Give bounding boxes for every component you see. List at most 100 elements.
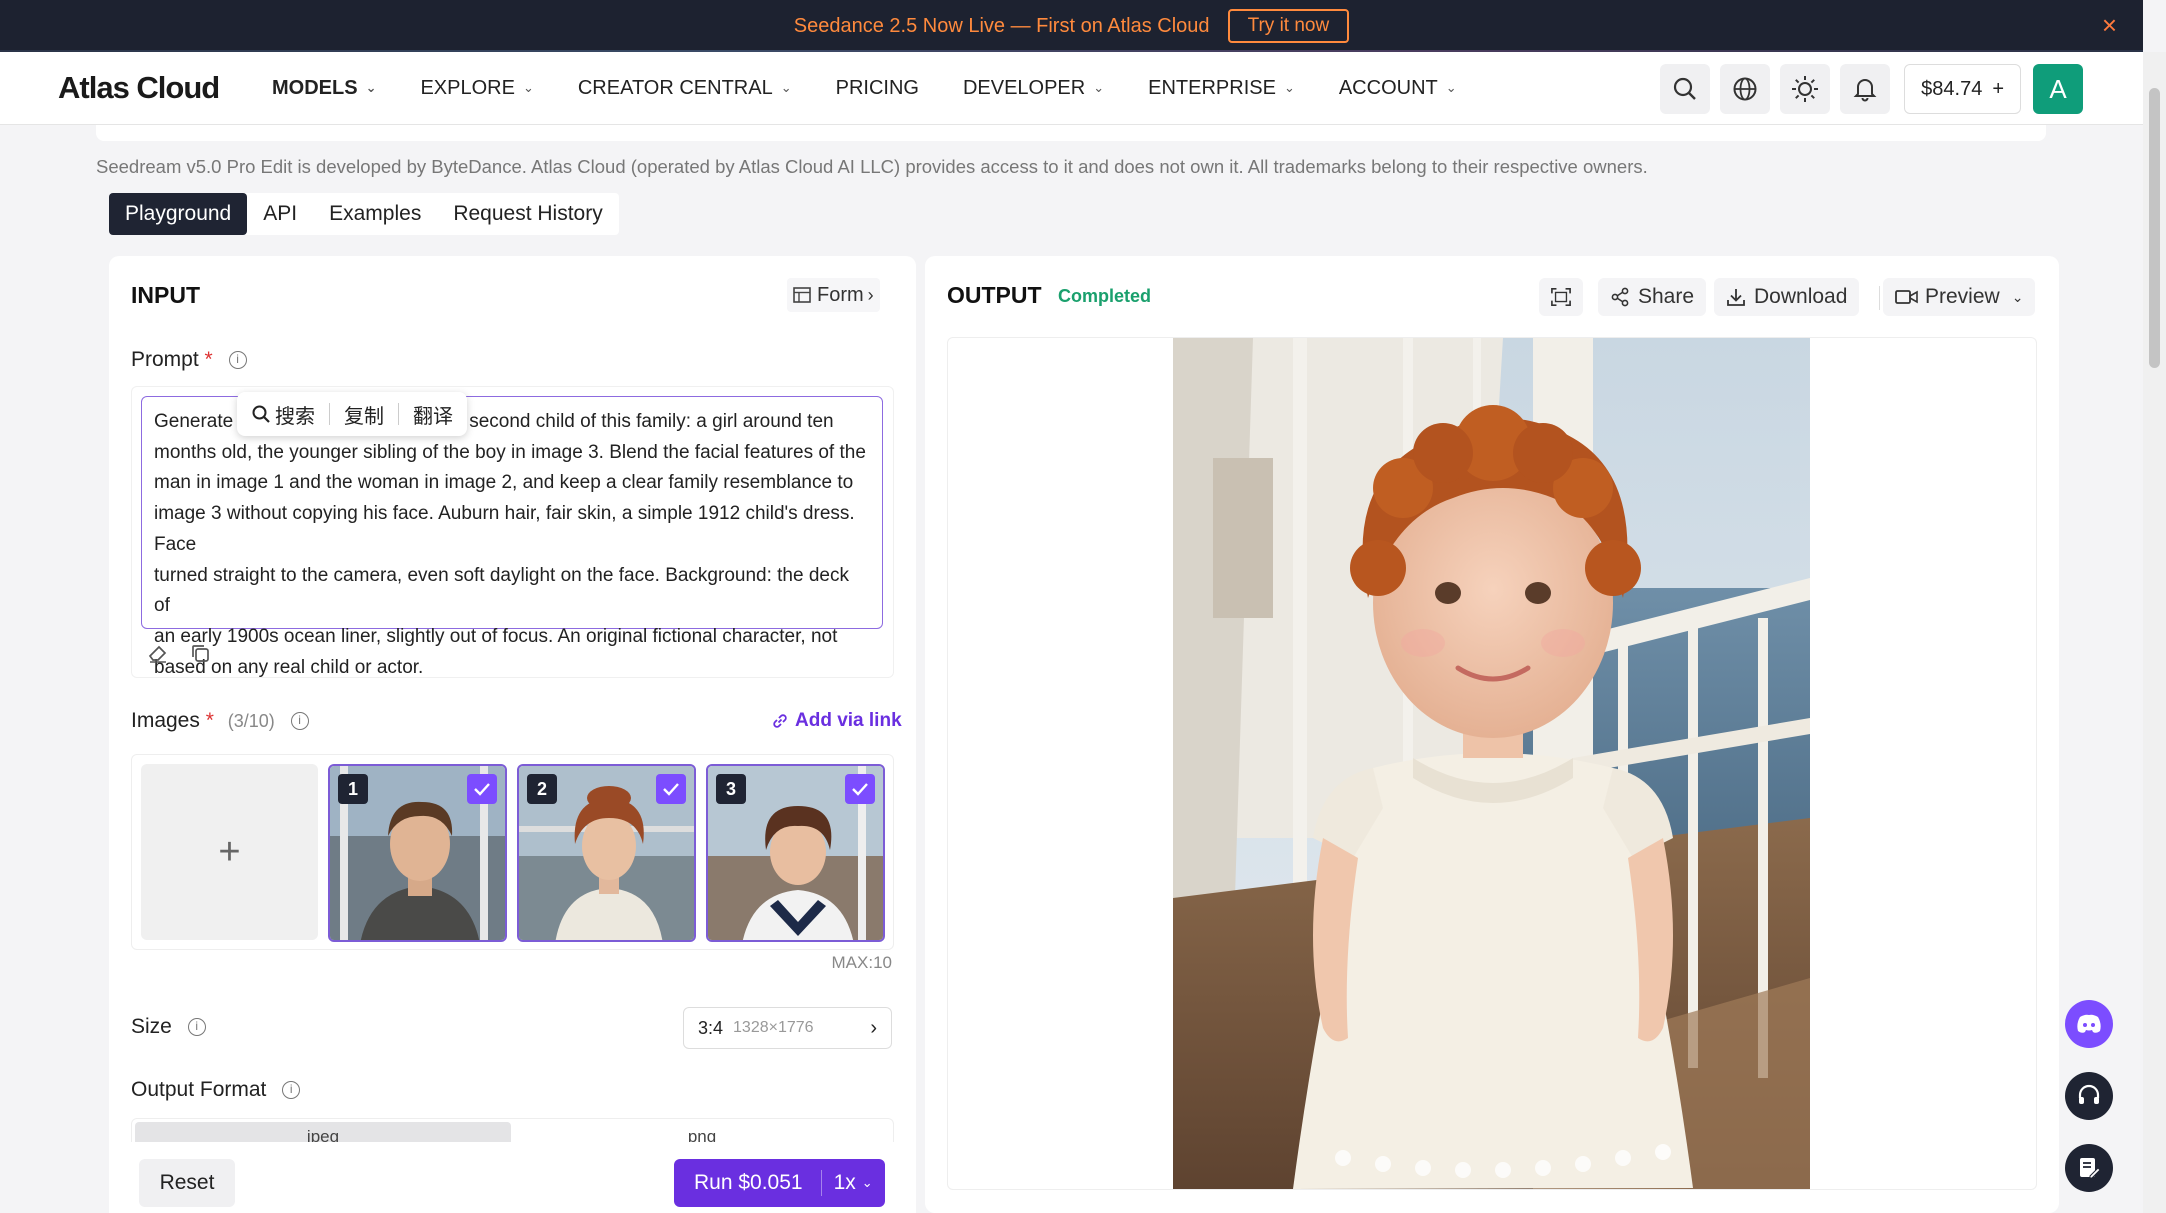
scrollbar-thumb[interactable]: [2149, 88, 2160, 368]
input-image-3[interactable]: 3: [706, 764, 885, 942]
nav-label: DEVELOPER: [962, 76, 1086, 99]
tab-request-history[interactable]: Request History: [437, 193, 618, 235]
info-icon[interactable]: i: [187, 1018, 206, 1037]
toolbar-divider: [1879, 286, 1880, 310]
main-menu: MODELS ⌄ EXPLORE ⌄ CREATOR CENTRAL ⌄ PRICIN…: [272, 77, 1501, 100]
image-thumbnails: + 1 2 3: [131, 754, 894, 950]
size-label-row: Size i: [131, 1015, 206, 1039]
check-icon[interactable]: [845, 774, 875, 804]
chevron-down-icon: ⌄: [1093, 80, 1105, 95]
input-image-2[interactable]: 2: [517, 764, 696, 942]
tab-playground[interactable]: Playground: [109, 193, 248, 235]
form-label: Form: [817, 283, 864, 306]
prompt-tools: [147, 642, 211, 664]
globe-icon: [1733, 77, 1757, 101]
info-icon[interactable]: i: [290, 712, 309, 731]
avatar[interactable]: A: [2033, 64, 2083, 114]
info-icon[interactable]: i: [228, 351, 247, 370]
theme-toggle-button[interactable]: [1780, 64, 1831, 114]
add-funds-icon: +: [1992, 77, 2004, 100]
image-index-badge: 3: [716, 774, 746, 804]
nav-label: PRICING: [835, 76, 919, 99]
images-count: (3/10): [227, 711, 275, 731]
nav-label: EXPLORE: [420, 76, 515, 99]
output-title: OUTPUT: [947, 282, 1042, 308]
context-search[interactable]: 搜索: [275, 400, 315, 429]
reset-button[interactable]: Reset: [139, 1159, 235, 1207]
tab-examples[interactable]: Examples: [313, 193, 437, 235]
copy-icon[interactable]: [189, 642, 211, 664]
prompt-label: Prompt: [131, 348, 199, 371]
input-panel: INPUT Form › Prompt * i Generate second c…: [109, 256, 916, 1213]
output-image[interactable]: [1173, 338, 1810, 1189]
input-image-1[interactable]: 1: [328, 764, 507, 942]
info-icon[interactable]: i: [282, 1081, 301, 1100]
download-label: Download: [1754, 285, 1848, 308]
check-icon[interactable]: [467, 774, 497, 804]
nav-item-creator-central[interactable]: CREATOR CENTRAL ⌄: [578, 77, 792, 100]
nav-item-developer[interactable]: DEVELOPER ⌄: [963, 77, 1104, 100]
close-icon[interactable]: ×: [2102, 12, 2117, 38]
preview-select[interactable]: Preview ⌄: [1883, 278, 2036, 316]
search-button[interactable]: [1660, 64, 1711, 114]
nav-item-models[interactable]: MODELS ⌄: [272, 77, 376, 100]
balance-button[interactable]: $84.74 +: [1904, 64, 2021, 114]
add-via-link-button[interactable]: Add via link: [771, 710, 902, 732]
nav-label: ENTERPRISE: [1148, 76, 1276, 99]
form-button[interactable]: Form ›: [787, 278, 880, 312]
page-tabs: Playground API Examples Request History: [109, 193, 619, 235]
share-label: Share: [1638, 285, 1695, 308]
notifications-button[interactable]: [1840, 64, 1891, 114]
page-scrollbar[interactable]: [2143, 52, 2166, 1213]
language-button[interactable]: [1720, 64, 1771, 114]
context-translate[interactable]: 翻译: [413, 400, 453, 429]
feedback-button[interactable]: [2065, 1144, 2113, 1192]
eraser-icon[interactable]: [147, 642, 169, 664]
size-dims: 1328×1776: [733, 1019, 814, 1036]
chevron-down-icon: ⌄: [861, 1175, 873, 1190]
add-image-button[interactable]: +: [141, 764, 318, 940]
fullscreen-button[interactable]: [1539, 278, 1583, 316]
fullscreen-icon: [1551, 288, 1571, 306]
chevron-down-icon: ⌄: [1283, 80, 1295, 95]
bell-icon: [1853, 79, 1877, 102]
action-bar: Reset Run $0.051 1x ⌄: [109, 1142, 916, 1213]
prompt-label-row: Prompt * i: [131, 348, 247, 372]
images-label: Images: [131, 709, 200, 732]
check-icon[interactable]: [656, 774, 686, 804]
share-button[interactable]: Share: [1598, 278, 1707, 316]
nav-item-pricing[interactable]: PRICING: [836, 77, 919, 100]
chevron-down-icon: ⌄: [1445, 80, 1457, 95]
prompt-line-5: turned straight to the camera, even soft…: [154, 564, 849, 617]
input-title: INPUT: [131, 282, 200, 308]
preview-label: Preview: [1925, 285, 2000, 308]
banner-text: Seedance 2.5 Now Live — First on Atlas C…: [793, 14, 1210, 37]
size-select[interactable]: 3:4 1328×1776 ›: [683, 1007, 892, 1049]
run-button[interactable]: Run $0.051 1x ⌄: [674, 1159, 885, 1207]
prompt-line-7: based on any real child or actor.: [154, 656, 424, 678]
support-button[interactable]: [2065, 1072, 2113, 1120]
headset-icon: [2078, 1084, 2100, 1104]
nav-item-explore[interactable]: EXPLORE ⌄: [420, 77, 533, 100]
try-it-now-button[interactable]: Try it now: [1227, 9, 1350, 43]
prompt-line-2: months old, the younger sibling of the b…: [154, 441, 866, 463]
tab-api[interactable]: API: [247, 193, 313, 235]
prompt-line-3: man in image 1 and the woman in image 2,…: [154, 472, 854, 494]
chevron-down-icon: ⌄: [2011, 288, 2024, 305]
search-icon: [1674, 77, 1696, 100]
discord-button[interactable]: [2065, 1000, 2113, 1048]
context-copy[interactable]: 复制: [344, 400, 384, 429]
run-label: Run $0.051: [694, 1171, 803, 1194]
divider: [329, 403, 330, 425]
chevron-right-icon: ›: [867, 284, 874, 305]
prompt-line-rest: second child of this family: a girl arou…: [469, 411, 834, 432]
edit-note-icon: [2080, 1158, 2101, 1179]
header-card-bottom: [96, 125, 2046, 141]
nav-item-account[interactable]: ACCOUNT ⌄: [1339, 77, 1457, 100]
logo[interactable]: Atlas Cloud: [58, 70, 268, 106]
run-multiplier[interactable]: 1x: [834, 1171, 856, 1195]
nav-item-enterprise[interactable]: ENTERPRISE ⌄: [1148, 77, 1295, 100]
sun-icon: [1792, 76, 1819, 102]
download-button[interactable]: Download: [1714, 278, 1860, 316]
prompt-line-4: image 3 without copying his face. Auburn…: [154, 503, 855, 555]
